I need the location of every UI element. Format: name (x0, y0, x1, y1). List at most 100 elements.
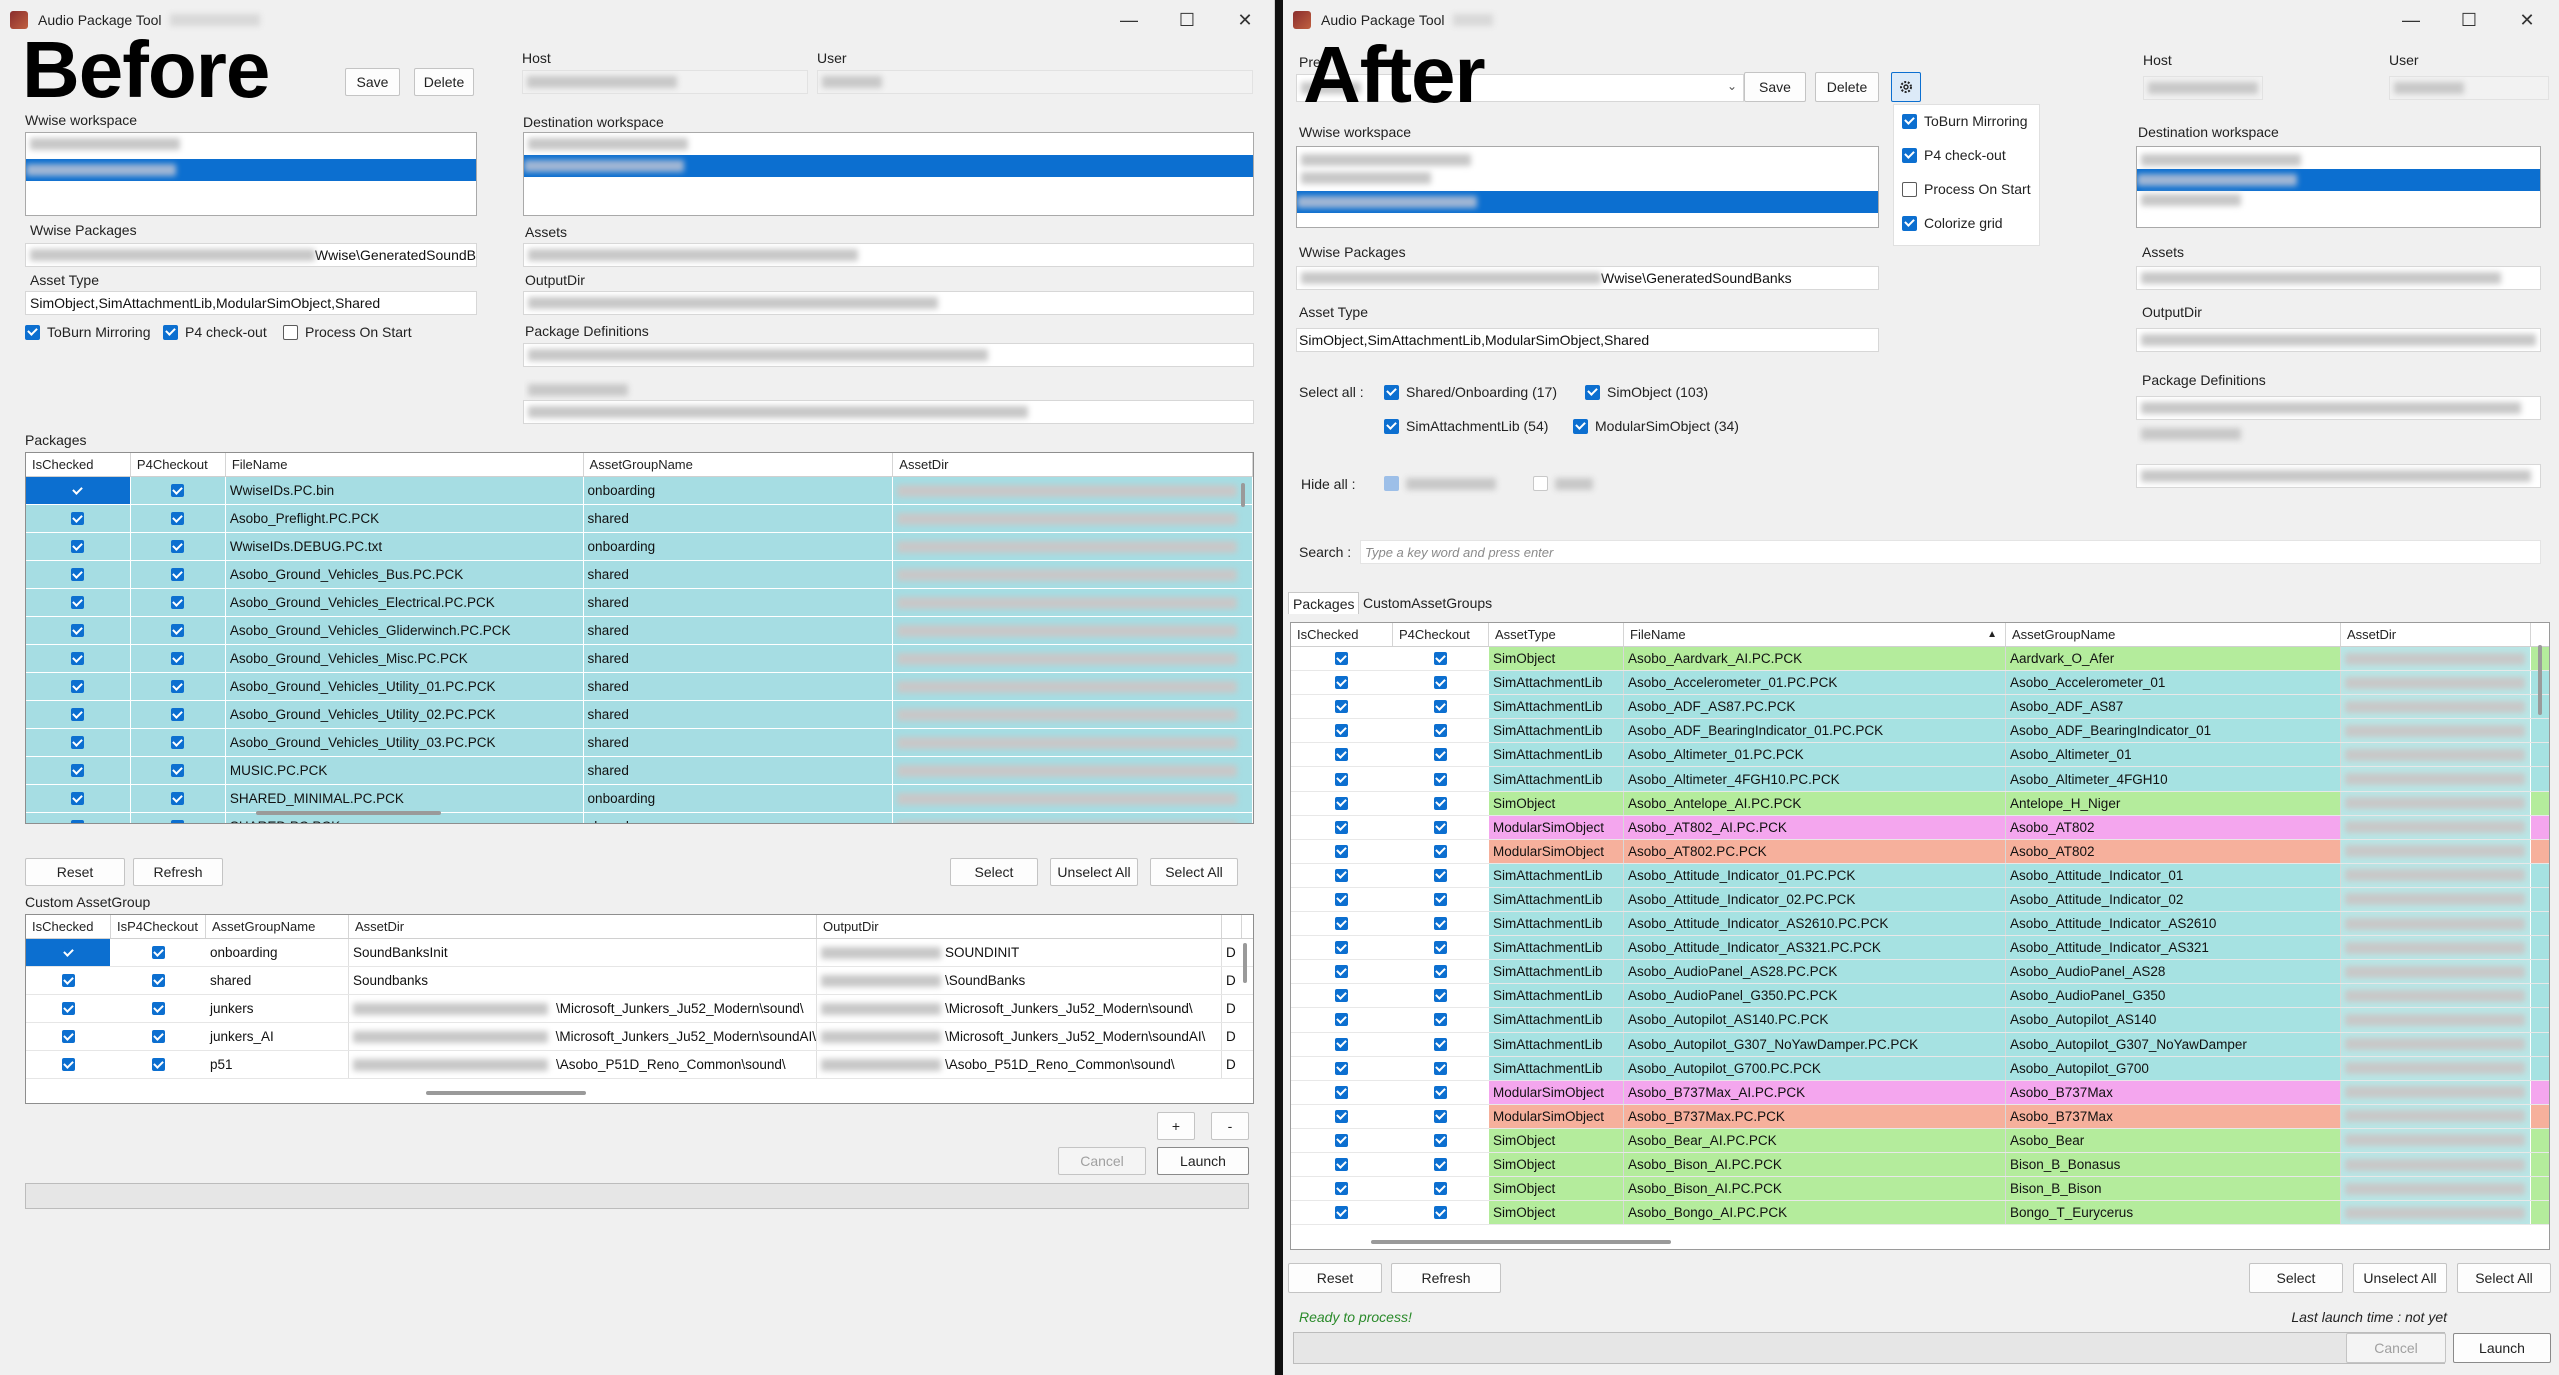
grid-checkbox-cell[interactable] (1393, 767, 1489, 791)
custom-assetgroup-grid[interactable]: IsChecked IsP4Checkout AssetGroupName As… (25, 914, 1254, 1104)
grid-checkbox-cell[interactable] (131, 617, 226, 644)
grid-checkbox-cell[interactable] (1291, 815, 1393, 839)
refresh-button[interactable]: Refresh (133, 858, 223, 886)
grid-checkbox-cell[interactable] (1393, 647, 1489, 671)
table-row[interactable]: Asobo_Preflight.PC.PCK shared (26, 505, 1253, 533)
grid-checkbox-cell[interactable] (1291, 671, 1393, 695)
grid-checkbox-cell[interactable] (111, 1023, 206, 1050)
grid-checkbox-cell[interactable] (1291, 863, 1393, 887)
grid-checkbox-cell[interactable] (131, 505, 226, 532)
table-row[interactable]: SimAttachmentLib Asobo_Altimeter_01.PC.PC… (1291, 743, 2549, 768)
grid-checkbox-cell[interactable] (26, 967, 111, 994)
grid-checkbox-cell[interactable] (1291, 1080, 1393, 1104)
grid-checkbox-cell[interactable] (1393, 960, 1489, 984)
col-filename[interactable]: FileName (226, 453, 584, 476)
grid-checkbox-cell[interactable] (1291, 1008, 1393, 1032)
grid-checkbox-cell[interactable] (26, 701, 131, 728)
outputdir-field[interactable] (2136, 328, 2541, 352)
grid-checkbox-cell[interactable] (131, 813, 226, 823)
outputdir-field[interactable] (523, 291, 1254, 315)
grid-checkbox-cell[interactable] (131, 645, 226, 672)
settings-button[interactable] (1891, 72, 1921, 102)
table-row[interactable]: ModularSimObject Asobo_AT802.PC.PCK Asobo_… (1291, 839, 2549, 864)
table-row[interactable]: SimAttachmentLib Asobo_Attitude_Indicator… (1291, 912, 2549, 937)
col-filename[interactable]: FileName ▲ (1624, 623, 2006, 646)
table-row[interactable]: Asobo_Ground_Vehicles_Misc.PC.PCK shared (26, 645, 1253, 673)
grid-checkbox-cell[interactable] (131, 589, 226, 616)
grid-checkbox-cell[interactable] (26, 757, 131, 784)
table-row[interactable]: junkers \Microsoft_Junkers_Ju52_Modern\so… (26, 995, 1253, 1023)
col-ischecked[interactable]: IsChecked (26, 915, 111, 938)
grid-checkbox-cell[interactable] (1393, 791, 1489, 815)
table-row[interactable]: ModularSimObject Asobo_B737Max.PC.PCK Asob… (1291, 1104, 2549, 1129)
grid-checkbox-cell[interactable] (1393, 1056, 1489, 1080)
table-row[interactable]: MUSIC.PC.PCK shared (26, 757, 1253, 785)
process-on-start-checkbox[interactable]: Process On Start (283, 324, 412, 340)
table-row[interactable]: SimAttachmentLib Asobo_ADF_AS87.PC.PCK Aso… (1291, 695, 2549, 720)
wwise-packages-field[interactable]: Wwise\GeneratedSoundB (25, 243, 477, 267)
grid-checkbox-cell[interactable] (131, 533, 226, 560)
table-row[interactable]: SimAttachmentLib Asobo_Autopilot_G307_NoY… (1291, 1032, 2549, 1057)
select-simobject-checkbox[interactable]: SimObject (103) (1585, 384, 1708, 400)
toburn-mirroring-checkbox[interactable]: ToBurn Mirroring (25, 324, 150, 340)
p4-checkout-checkbox[interactable]: P4 check-out (1902, 147, 2006, 163)
grid-checkbox-cell[interactable] (1393, 1201, 1489, 1225)
table-row[interactable]: SimAttachmentLib Asobo_Attitude_Indicator… (1291, 863, 2549, 888)
delete-button[interactable]: Delete (1815, 72, 1879, 102)
horizontal-scrollbar[interactable] (426, 1091, 586, 1095)
select-all-button[interactable]: Select All (2457, 1263, 2551, 1293)
table-row[interactable]: SimAttachmentLib Asobo_Altimeter_4FGH10.P… (1291, 767, 2549, 792)
grid-checkbox-cell[interactable] (1393, 1008, 1489, 1032)
table-row[interactable]: SimAttachmentLib Asobo_AudioPanel_G350.PC… (1291, 984, 2549, 1009)
grid-checkbox-cell[interactable] (1393, 936, 1489, 960)
host-field[interactable] (2143, 76, 2263, 100)
grid-checkbox-cell[interactable] (131, 673, 226, 700)
search-input[interactable]: Type a key word and press enter (1360, 540, 2541, 564)
col-d[interactable] (1222, 915, 1242, 938)
col-assettype[interactable]: AssetType (1489, 623, 1624, 646)
table-row[interactable]: SimAttachmentLib Asobo_ADF_BearingIndicat… (1291, 719, 2549, 744)
vertical-scrollbar[interactable] (2538, 645, 2542, 715)
table-row[interactable]: Asobo_Ground_Vehicles_Utility_02.PC.PCK s… (26, 701, 1253, 729)
grid-checkbox-cell[interactable] (1291, 887, 1393, 912)
assets-field[interactable] (2136, 266, 2541, 290)
grid-checkbox-cell[interactable] (26, 813, 131, 823)
grid-checkbox-cell[interactable] (1291, 1032, 1393, 1056)
grid-checkbox-cell[interactable] (1291, 1201, 1393, 1225)
table-row[interactable]: SimAttachmentLib Asobo_Autopilot_G700.PC.… (1291, 1056, 2549, 1081)
grid-checkbox-cell[interactable] (1393, 1177, 1489, 1201)
grid-checkbox-cell[interactable] (1291, 1104, 1393, 1128)
grid-checkbox-cell[interactable] (1393, 863, 1489, 887)
grid-checkbox-cell[interactable] (1393, 671, 1489, 695)
grid-checkbox-cell[interactable] (1291, 1128, 1393, 1152)
package-definitions-field[interactable] (2136, 396, 2541, 420)
col-assetgroupname[interactable]: AssetGroupName (206, 915, 349, 938)
grid-checkbox-cell[interactable] (26, 1023, 111, 1050)
grid-checkbox-cell[interactable] (26, 561, 131, 588)
grid-checkbox-cell[interactable] (1291, 1177, 1393, 1201)
grid-checkbox-cell[interactable] (131, 561, 226, 588)
grid-checkbox-cell[interactable] (26, 617, 131, 644)
wwise-packages-field[interactable]: Wwise\GeneratedSoundBanks (1296, 266, 1879, 290)
table-row[interactable]: SHARED_MINIMAL.PC.PCK onboarding (26, 785, 1253, 813)
vertical-scrollbar[interactable] (1243, 943, 1247, 983)
hide-invalid-packages-checkbox[interactable] (1384, 476, 1496, 491)
p4-checkout-checkbox[interactable]: P4 check-out (163, 324, 267, 340)
col-ischecked[interactable]: IsChecked (1291, 623, 1393, 646)
table-row[interactable]: onboarding SoundBanksInit SOUNDINIT D (26, 939, 1253, 967)
col-assetdir[interactable]: AssetDir (2341, 623, 2531, 646)
select-all-button[interactable]: Select All (1150, 858, 1238, 886)
vertical-scrollbar[interactable] (1241, 483, 1245, 507)
grid-checkbox-cell[interactable] (26, 939, 111, 966)
grid-checkbox-cell[interactable] (1291, 743, 1393, 767)
col-assetdir[interactable]: AssetDir (893, 453, 1253, 476)
grid-checkbox-cell[interactable] (111, 995, 206, 1022)
wwise-workspace-selected[interactable] (1297, 191, 1878, 213)
grid-checkbox-cell[interactable] (1291, 767, 1393, 791)
cancel-button[interactable]: Cancel (1058, 1147, 1146, 1175)
table-row[interactable]: Asobo_Ground_Vehicles_Electrical.PC.PCK s… (26, 589, 1253, 617)
grid-checkbox-cell[interactable] (1393, 1104, 1489, 1128)
package-definitions-extra-field[interactable] (2136, 464, 2541, 488)
select-simattachmentlib-checkbox[interactable]: SimAttachmentLib (54) (1384, 418, 1548, 434)
col-assetdir[interactable]: AssetDir (349, 915, 817, 938)
